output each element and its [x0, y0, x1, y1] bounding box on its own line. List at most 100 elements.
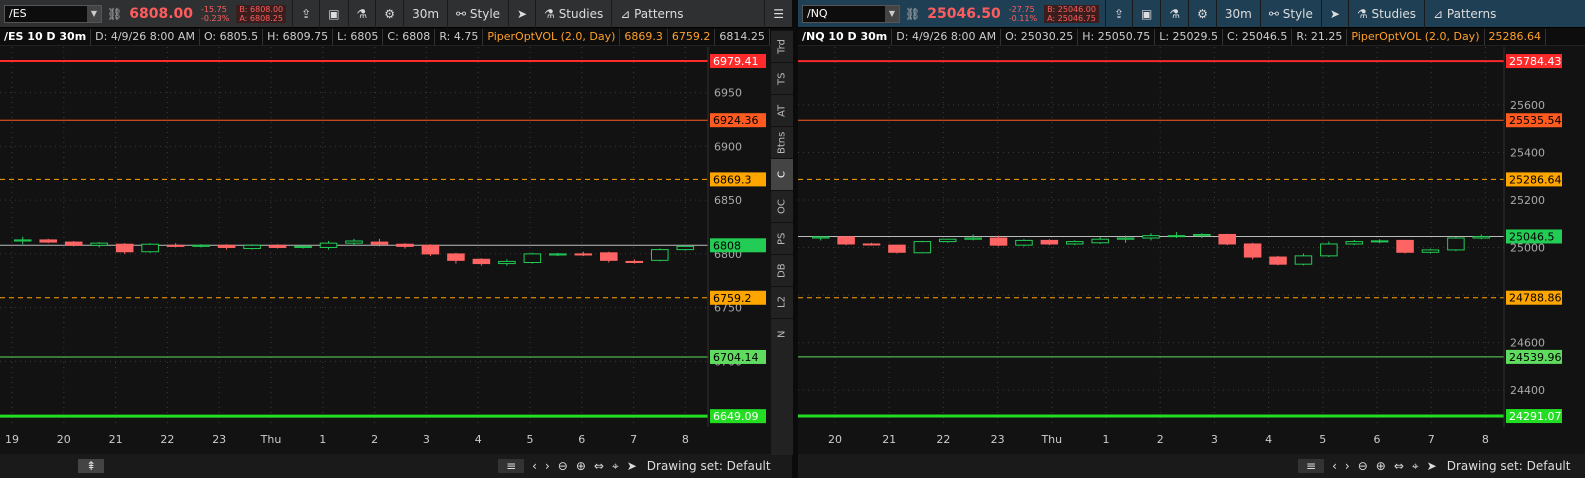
- x-tick-label: 22: [160, 433, 174, 446]
- candle-body: [166, 244, 185, 247]
- candle-body: [447, 253, 465, 261]
- side-tab-c[interactable]: C: [771, 158, 793, 190]
- symbol-selector[interactable]: /ES ▼: [4, 4, 102, 23]
- scroll-left-icon[interactable]: ‹: [1332, 459, 1337, 473]
- gear-icon[interactable]: ⚙: [375, 0, 403, 28]
- x-tick-label: 2: [371, 433, 378, 446]
- patterns-button[interactable]: ⊿ Patterns: [1424, 0, 1504, 28]
- scroll-right-icon[interactable]: ›: [545, 459, 550, 473]
- level-label: 6759.2: [713, 292, 752, 305]
- side-tab-l2[interactable]: L2: [771, 286, 793, 318]
- x-tick-label: 7: [630, 433, 637, 446]
- zoom-in-icon[interactable]: ⊕: [576, 459, 586, 473]
- level-label: 6924.36: [713, 114, 759, 127]
- candle-body: [1142, 235, 1160, 239]
- candle-body: [1193, 233, 1211, 237]
- candle-body: [39, 239, 58, 243]
- bar-low: L: 25029.5: [1155, 28, 1224, 45]
- studies-button[interactable]: ⚗ Studies: [535, 0, 611, 28]
- x-tick-label: Thu: [1040, 433, 1062, 446]
- scrollbar[interactable]: ≡: [1298, 459, 1325, 473]
- candle-body: [676, 245, 695, 251]
- fit-icon[interactable]: ⇔: [594, 459, 604, 473]
- share-icon[interactable]: ⇪: [1104, 0, 1132, 28]
- side-tab-trd[interactable]: Trd: [771, 30, 793, 62]
- gear-icon[interactable]: ⚙: [1188, 0, 1216, 28]
- symbol-text: /NQ: [807, 7, 828, 20]
- side-tab-db[interactable]: DB: [771, 254, 793, 286]
- drawing-set-selector[interactable]: Drawing set: Default: [647, 459, 771, 473]
- candle-body: [268, 244, 287, 248]
- candle-body: [837, 236, 855, 245]
- collapse-icon[interactable]: ⇞: [78, 459, 105, 473]
- bar-date: D: 4/9/26 8:00 AM: [892, 28, 1002, 45]
- side-tab-n[interactable]: N: [771, 318, 793, 350]
- patterns-button[interactable]: ⊿ Patterns: [611, 0, 691, 28]
- y-tick-label: 6900: [714, 140, 742, 153]
- price-plot[interactable]: 6950690068506800675067001920212223Thu123…: [0, 47, 770, 454]
- x-tick-label: 3: [1211, 433, 1218, 446]
- price-chart[interactable]: 6950690068506800675067001920212223Thu123…: [0, 47, 770, 454]
- x-tick-label: 7: [1428, 433, 1435, 446]
- study-name[interactable]: PiperOptVOL (2.0, Day): [1347, 28, 1485, 45]
- candle-body: [192, 244, 210, 247]
- x-tick-label: 5: [1319, 433, 1326, 446]
- studies-button[interactable]: ⚗ Studies: [1347, 0, 1424, 28]
- candle-body: [1396, 239, 1414, 253]
- menu-icon[interactable]: ☰: [764, 0, 792, 28]
- scroll-right-icon[interactable]: ›: [1345, 459, 1350, 473]
- study-value-2: 6759.2: [668, 28, 716, 45]
- candle-body: [1091, 238, 1109, 244]
- bottom-bar: ⇞ ≡ ‹ › ⊖ ⊕ ⇔ ⌖ ➤ Drawing set: Default: [0, 454, 792, 478]
- drawing-set-selector[interactable]: Drawing set: Default: [1447, 459, 1571, 473]
- flask-icon[interactable]: ⚗: [347, 0, 376, 28]
- level-label: 25535.54: [1509, 114, 1562, 127]
- style-button[interactable]: ⚯ Style: [1259, 0, 1321, 28]
- candle-body: [370, 241, 389, 245]
- zoom-in-icon[interactable]: ⊕: [1376, 459, 1386, 473]
- side-tab-at[interactable]: AT: [771, 94, 793, 126]
- y-tick-label: 25000: [1510, 242, 1545, 255]
- fit-icon[interactable]: ⇔: [1394, 459, 1404, 473]
- zoom-out-icon[interactable]: ⊖: [558, 459, 568, 473]
- cursor-icon[interactable]: ➤: [627, 459, 637, 473]
- cursor-icon[interactable]: ➤: [1320, 0, 1348, 28]
- timeframe-button[interactable]: 30m: [1215, 0, 1260, 28]
- candle-body: [141, 243, 159, 253]
- link-icon[interactable]: ⛓: [107, 7, 122, 21]
- chart-title: /ES 10 D 30m: [0, 28, 92, 45]
- scrollbar[interactable]: ≡: [498, 459, 525, 473]
- candle-body: [938, 238, 957, 243]
- link-icon[interactable]: ⛓: [905, 7, 920, 21]
- cursor-icon[interactable]: ➤: [508, 0, 535, 28]
- side-tab-ts[interactable]: TS: [771, 62, 793, 94]
- style-icon: ⚯: [1268, 6, 1283, 21]
- x-tick-label: 6: [578, 433, 585, 446]
- crosshair-icon[interactable]: ⌖: [612, 459, 619, 474]
- chevron-down-icon[interactable]: ▼: [87, 5, 101, 22]
- x-tick-label: 8: [1482, 433, 1489, 446]
- side-tab-btns[interactable]: Btns: [771, 126, 793, 158]
- symbol-selector[interactable]: /NQ ▼: [802, 4, 900, 23]
- timeframe-button[interactable]: 30m: [403, 0, 447, 28]
- zoom-out-icon[interactable]: ⊖: [1358, 459, 1368, 473]
- candle-body: [1243, 243, 1262, 258]
- study-name[interactable]: PiperOptVOL (2.0, Day): [483, 28, 621, 45]
- crosshair-icon[interactable]: ⌖: [1412, 459, 1419, 474]
- scroll-left-icon[interactable]: ‹: [532, 459, 537, 473]
- x-tick-label: 19: [5, 433, 19, 446]
- candle-body: [1066, 241, 1084, 245]
- side-tab-oc[interactable]: OC: [771, 190, 793, 222]
- side-tab-ps[interactable]: PS: [771, 222, 793, 254]
- cursor-icon[interactable]: ➤: [1427, 459, 1437, 473]
- style-button[interactable]: ⚯ Style: [447, 0, 508, 28]
- price-chart[interactable]: 2560025400252002500024800246002440020212…: [798, 47, 1585, 454]
- share-icon[interactable]: ⇪: [292, 0, 319, 28]
- news-icon[interactable]: ▣: [319, 0, 347, 28]
- bid-ask: B: 6808.00 A: 6808.25: [236, 4, 287, 23]
- flask-icon[interactable]: ⚗: [1160, 0, 1188, 28]
- price-plot[interactable]: 2560025400252002500024800246002440020212…: [798, 47, 1585, 454]
- news-icon[interactable]: ▣: [1132, 0, 1160, 28]
- chevron-down-icon[interactable]: ▼: [885, 5, 899, 22]
- candle-body: [523, 253, 542, 264]
